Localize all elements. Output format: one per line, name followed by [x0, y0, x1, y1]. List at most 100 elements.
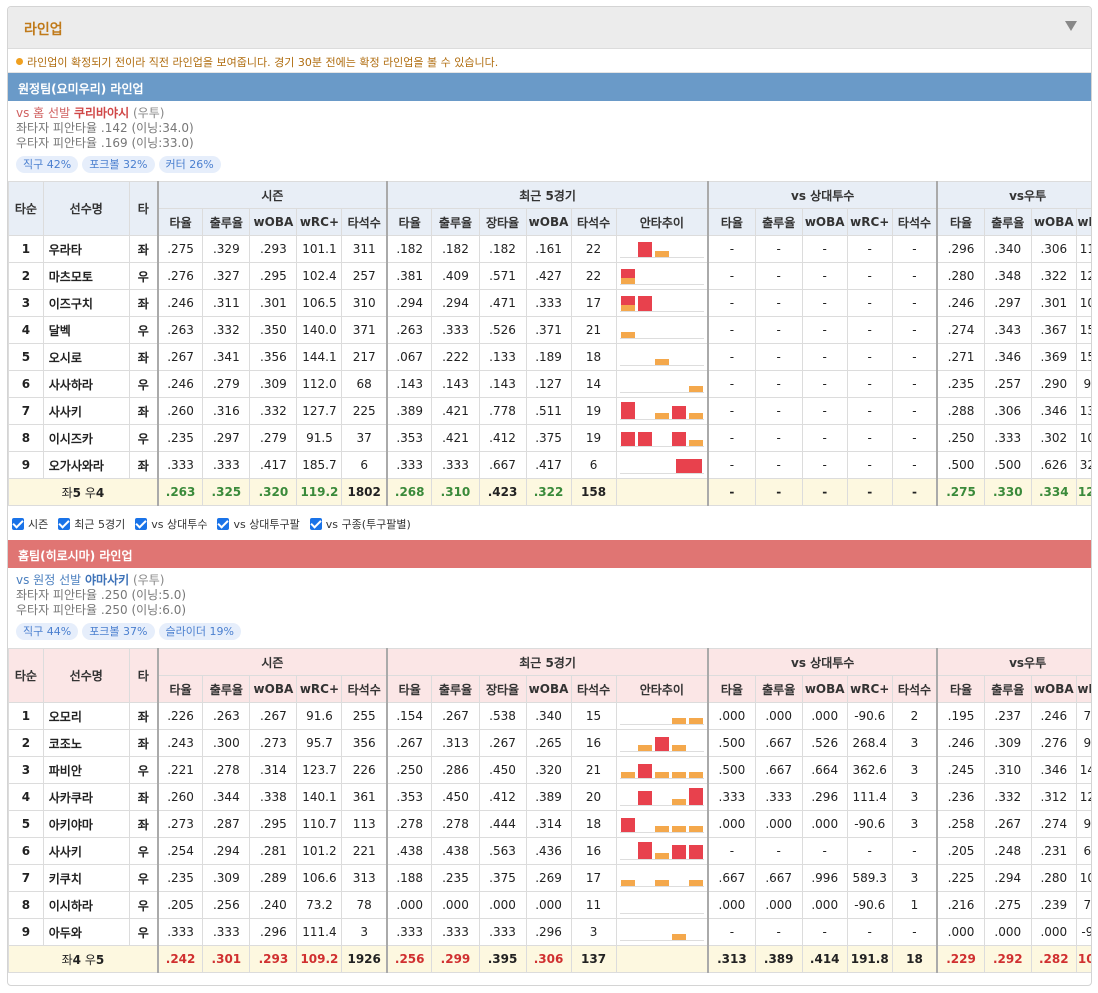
bat-hand: 좌 [128, 451, 159, 479]
season-stat: .276 [156, 262, 204, 290]
recent-stat: .421 [431, 424, 480, 452]
col-vsh-3: wRC+ [1075, 675, 1091, 703]
table-row[interactable]: 6 사사키 우 .254.294.281 101.2 221.438.438.563.43… [8, 837, 1091, 865]
vs-hand-stat: .301 [1030, 289, 1077, 317]
season-stat: .267 [249, 702, 298, 730]
vs-pitcher-stat: - [754, 370, 803, 398]
player-name[interactable]: 키쿠치 [42, 864, 130, 892]
player-name[interactable]: 오가사와라 [42, 451, 130, 479]
filter-checkbox[interactable]: vs 상대투수 [135, 518, 207, 531]
vs-pitcher-stat: - [891, 837, 938, 865]
table-row[interactable]: 5 오시로 좌 .267.341.356 144.1 217.067.222.133.18… [8, 343, 1091, 371]
checkbox-checked-icon[interactable] [309, 518, 322, 530]
collapse-triangle-icon[interactable] [1065, 21, 1077, 31]
total-season: 119.2 [296, 478, 343, 506]
recent-stat: .333 [478, 918, 527, 946]
season-stat: 73.2 [296, 891, 343, 919]
total-recent: .423 [478, 478, 527, 506]
player-name[interactable]: 이즈구치 [42, 289, 130, 317]
table-row[interactable]: 9 오가사와라 좌 .333.333.417 185.7 6.333.333.667.41… [8, 451, 1091, 479]
trend-bar [688, 386, 703, 392]
season-stat: 310 [341, 289, 388, 317]
trend-bar [688, 772, 703, 778]
player-name[interactable]: 사사하라 [42, 370, 130, 398]
table-row[interactable]: 9 아두와 우 .333.333.296 111.4 3.333.333.333.296 3… [8, 918, 1091, 946]
table-row[interactable]: 4 달벡 우 .263.332.350 140.0 371.263.333.526.371… [8, 316, 1091, 344]
season-stat: .260 [156, 397, 204, 425]
player-name[interactable]: 사사키 [42, 837, 130, 865]
player-name[interactable]: 아두와 [42, 918, 130, 946]
player-name[interactable]: 오모리 [42, 702, 130, 730]
filter-checkbox[interactable]: 최근 5경기 [58, 518, 125, 531]
trend-bar [637, 745, 652, 751]
home-pitcher-info: vs 원정 선발 야마사키 (우투) 좌타자 피안타율 .250 (이닝:5.0)… [8, 568, 1091, 648]
table-row[interactable]: 6 사사하라 우 .246.279.309 112.0 68.143.143.143.12… [8, 370, 1091, 398]
player-name[interactable]: 아키야마 [42, 810, 130, 838]
table-row[interactable]: 1 오모리 좌 .226.263.267 91.6 255.154.267.538.340… [8, 702, 1091, 730]
filter-checkbox[interactable]: vs 상대투구팔 [217, 518, 300, 531]
vs-pitcher-stat: .664 [801, 756, 848, 784]
recent-stat: .412 [478, 424, 527, 452]
table-row[interactable]: 7 키쿠치 우 .235.309.289 106.6 313.188.235.375.26… [8, 864, 1091, 892]
player-name[interactable]: 오시로 [42, 343, 130, 371]
trend-bar [671, 799, 686, 805]
season-stat: 113 [341, 810, 388, 838]
table-row[interactable]: 2 코조노 좌 .243.300.273 95.7 356.267.313.267.265… [8, 729, 1091, 757]
trend-bar [671, 845, 686, 859]
pitcher-name[interactable]: 야마사키 [85, 573, 129, 587]
player-name[interactable]: 달벡 [42, 316, 130, 344]
panel-header[interactable]: 라인업 [8, 7, 1091, 49]
table-row[interactable]: 8 이시즈카 우 .235.297.279 91.5 37.353.421.412.375… [8, 424, 1091, 452]
table-row[interactable]: 4 사카쿠라 좌 .260.344.338 140.1 361.353.450.412.3… [8, 783, 1091, 811]
checkbox-checked-icon[interactable] [12, 518, 24, 530]
bat-hand: 좌 [128, 783, 159, 811]
vs-hand-stat: 99.0 [1075, 370, 1091, 398]
checkbox-checked-icon[interactable] [217, 518, 230, 530]
col-group: 시즌 [156, 648, 388, 676]
batting-order: 3 [8, 289, 44, 317]
table-row[interactable]: 3 이즈구치 좌 .246.311.301 106.5 310.294.294.471.3… [8, 289, 1091, 317]
checkbox-checked-icon[interactable] [58, 518, 71, 530]
vs-hand-stat: .000 [936, 918, 985, 946]
sparkline-area [619, 707, 704, 725]
vs-hand-stat: .267 [983, 810, 1032, 838]
right-count: 5 [95, 952, 105, 967]
table-row[interactable]: 7 사사키 좌 .260.316.332 127.7 225.389.421.778.51… [8, 397, 1091, 425]
hit-trend-sparkline [615, 262, 709, 290]
recent-stat: .353 [385, 424, 433, 452]
sparkline-area [619, 429, 704, 447]
season-stat: 6 [341, 451, 388, 479]
vs-pitcher-stat: - [846, 289, 893, 317]
player-name[interactable]: 우라타 [42, 235, 130, 263]
player-name[interactable]: 마츠모토 [42, 262, 130, 290]
checkbox-checked-icon[interactable] [135, 518, 148, 530]
trend-bar [620, 880, 635, 886]
recent-stat: .389 [385, 397, 433, 425]
table-row[interactable]: 8 이시하라 우 .205.256.240 73.2 78.000.000.000.000… [8, 891, 1091, 919]
batting-order: 6 [8, 370, 44, 398]
player-name[interactable]: 사사키 [42, 397, 130, 425]
col-group: vs우투 [936, 181, 1091, 209]
vs-hand-stat: .271 [936, 343, 985, 371]
player-name[interactable]: 파비안 [42, 756, 130, 784]
filter-checkbox[interactable]: vs 구종(투구팔별) [309, 518, 411, 531]
bat-hand: 우 [128, 262, 159, 290]
player-name[interactable]: 이시즈카 [42, 424, 130, 452]
table-row[interactable]: 3 파비안 우 .221.278.314 123.7 226.250.286.450.32… [8, 756, 1091, 784]
vs-hand-stat: 96.4 [1075, 810, 1091, 838]
season-stat: 371 [341, 316, 388, 344]
pitcher-name[interactable]: 쿠리바야시 [74, 106, 129, 120]
table-row[interactable]: 1 우라타 좌 .275.329.293 101.1 311.182.182.182.16… [8, 235, 1091, 263]
vs-pitcher-stat: .000 [801, 702, 848, 730]
vs-pitcher-stat: -90.6 [846, 891, 893, 919]
vs-pitcher-stat: - [801, 370, 848, 398]
col-recent-5: 안타추이 [615, 675, 709, 703]
player-name[interactable]: 사카쿠라 [42, 783, 130, 811]
table-row[interactable]: 2 마츠모토 우 .276.327.295 102.4 257.381.409.571.4… [8, 262, 1091, 290]
filter-checkbox[interactable]: 시즌 [12, 518, 48, 531]
col-order: 타순 [8, 181, 44, 236]
home-section: 홈팀(히로시마) 라인업 vs 원정 선발 야마사키 (우투) 좌타자 피안타율 .… [8, 540, 1091, 973]
player-name[interactable]: 이시하라 [42, 891, 130, 919]
table-row[interactable]: 5 아키야마 좌 .273.287.295 110.7 113.278.278.444.3… [8, 810, 1091, 838]
player-name[interactable]: 코조노 [42, 729, 130, 757]
